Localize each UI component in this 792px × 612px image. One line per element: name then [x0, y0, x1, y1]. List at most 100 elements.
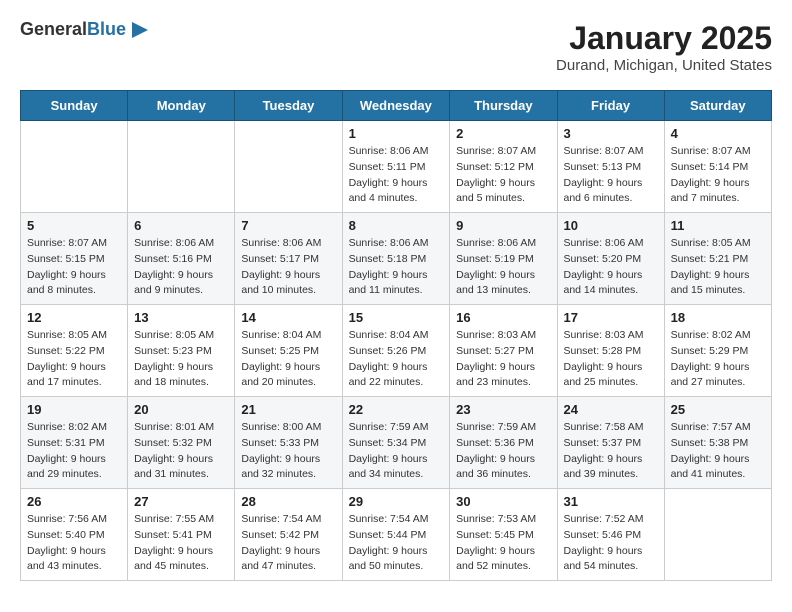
day-info: Sunrise: 7:52 AM Sunset: 5:46 PM Dayligh…: [564, 512, 658, 575]
day-cell: 24 Sunrise: 7:58 AM Sunset: 5:37 PM Dayli…: [557, 397, 664, 489]
day-info: Sunrise: 7:56 AM Sunset: 5:40 PM Dayligh…: [27, 512, 121, 575]
weekday-header-monday: Monday: [128, 91, 235, 121]
day-info: Sunrise: 7:57 AM Sunset: 5:38 PM Dayligh…: [671, 420, 765, 483]
day-cell: 5Sunrise: 8:07 AM Sunset: 5:15 PM Daylig…: [21, 213, 128, 305]
weekday-header-sunday: Sunday: [21, 91, 128, 121]
day-cell: 25 Sunrise: 7:57 AM Sunset: 5:38 PM Dayli…: [664, 397, 771, 489]
day-number: 7: [241, 218, 335, 233]
day-cell: 23 Sunrise: 7:59 AM Sunset: 5:36 PM Dayli…: [450, 397, 557, 489]
day-number: 29: [349, 494, 444, 509]
day-info: Sunrise: 8:06 AM Sunset: 5:19 PM Dayligh…: [456, 236, 550, 299]
page-header: GeneralBlue January 2025 Durand, Michiga…: [20, 20, 772, 74]
title-section: January 2025 Durand, Michigan, United St…: [556, 20, 772, 74]
day-cell: 3 Sunrise: 8:07 AM Sunset: 5:13 PM Daylig…: [557, 121, 664, 213]
day-info: Sunrise: 7:55 AM Sunset: 5:41 PM Dayligh…: [134, 512, 228, 575]
day-cell: 13 Sunrise: 8:05 AM Sunset: 5:23 PM Dayli…: [128, 305, 235, 397]
day-number: 3: [564, 126, 658, 141]
day-cell: 22 Sunrise: 7:59 AM Sunset: 5:34 PM Dayli…: [342, 397, 450, 489]
day-cell: 31 Sunrise: 7:52 AM Sunset: 5:46 PM Dayli…: [557, 489, 664, 581]
day-info: Sunrise: 8:02 AM Sunset: 5:31 PM Dayligh…: [27, 420, 121, 483]
day-info: Sunrise: 8:07 AM Sunset: 5:12 PM Dayligh…: [456, 144, 550, 207]
day-cell: 29 Sunrise: 7:54 AM Sunset: 5:44 PM Dayli…: [342, 489, 450, 581]
day-number: 17: [564, 310, 658, 325]
day-info: Sunrise: 8:05 AM Sunset: 5:21 PM Dayligh…: [671, 236, 765, 299]
day-cell: 1Sunrise: 8:06 AM Sunset: 5:11 PM Daylig…: [342, 121, 450, 213]
week-row-2: 5Sunrise: 8:07 AM Sunset: 5:15 PM Daylig…: [21, 213, 772, 305]
day-number: 16: [456, 310, 550, 325]
day-number: 21: [241, 402, 335, 417]
day-cell: [21, 121, 128, 213]
day-cell: 15Sunrise: 8:04 AM Sunset: 5:26 PM Dayli…: [342, 305, 450, 397]
day-cell: 30Sunrise: 7:53 AM Sunset: 5:45 PM Dayli…: [450, 489, 557, 581]
calendar-table: SundayMondayTuesdayWednesdayThursdayFrid…: [20, 90, 772, 581]
logo-general-text: General: [20, 19, 87, 39]
day-info: Sunrise: 8:07 AM Sunset: 5:15 PM Dayligh…: [27, 236, 121, 299]
day-info: Sunrise: 8:03 AM Sunset: 5:27 PM Dayligh…: [456, 328, 550, 391]
day-info: Sunrise: 8:03 AM Sunset: 5:28 PM Dayligh…: [564, 328, 658, 391]
day-info: Sunrise: 8:01 AM Sunset: 5:32 PM Dayligh…: [134, 420, 228, 483]
day-number: 13: [134, 310, 228, 325]
day-info: Sunrise: 8:06 AM Sunset: 5:18 PM Dayligh…: [349, 236, 444, 299]
day-cell: [235, 121, 342, 213]
week-row-4: 19 Sunrise: 8:02 AM Sunset: 5:31 PM Dayli…: [21, 397, 772, 489]
day-number: 20: [134, 402, 228, 417]
day-info: Sunrise: 8:06 AM Sunset: 5:11 PM Dayligh…: [349, 144, 444, 207]
day-number: 18: [671, 310, 765, 325]
day-info: Sunrise: 8:06 AM Sunset: 5:17 PM Dayligh…: [241, 236, 335, 299]
day-info: Sunrise: 8:07 AM Sunset: 5:13 PM Dayligh…: [564, 144, 658, 207]
week-row-5: 26 Sunrise: 7:56 AM Sunset: 5:40 PM Dayli…: [21, 489, 772, 581]
day-number: 26: [27, 494, 121, 509]
day-cell: 26 Sunrise: 7:56 AM Sunset: 5:40 PM Dayli…: [21, 489, 128, 581]
day-cell: 17 Sunrise: 8:03 AM Sunset: 5:28 PM Dayli…: [557, 305, 664, 397]
day-info: Sunrise: 8:07 AM Sunset: 5:14 PM Dayligh…: [671, 144, 765, 207]
day-number: 28: [241, 494, 335, 509]
day-cell: 2 Sunrise: 8:07 AM Sunset: 5:12 PM Daylig…: [450, 121, 557, 213]
day-info: Sunrise: 8:06 AM Sunset: 5:16 PM Dayligh…: [134, 236, 228, 299]
day-cell: 6Sunrise: 8:06 AM Sunset: 5:16 PM Daylig…: [128, 213, 235, 305]
weekday-header-row: SundayMondayTuesdayWednesdayThursdayFrid…: [21, 91, 772, 121]
day-info: Sunrise: 7:58 AM Sunset: 5:37 PM Dayligh…: [564, 420, 658, 483]
day-number: 12: [27, 310, 121, 325]
day-number: 25: [671, 402, 765, 417]
day-cell: 21Sunrise: 8:00 AM Sunset: 5:33 PM Dayli…: [235, 397, 342, 489]
day-number: 19: [27, 402, 121, 417]
logo-blue-text: Blue: [87, 19, 126, 39]
day-info: Sunrise: 7:59 AM Sunset: 5:36 PM Dayligh…: [456, 420, 550, 483]
day-cell: 28 Sunrise: 7:54 AM Sunset: 5:42 PM Dayli…: [235, 489, 342, 581]
week-row-1: 1Sunrise: 8:06 AM Sunset: 5:11 PM Daylig…: [21, 121, 772, 213]
day-number: 11: [671, 218, 765, 233]
day-cell: 20 Sunrise: 8:01 AM Sunset: 5:32 PM Dayli…: [128, 397, 235, 489]
day-number: 10: [564, 218, 658, 233]
logo-icon: [130, 20, 150, 40]
day-cell: 18 Sunrise: 8:02 AM Sunset: 5:29 PM Dayli…: [664, 305, 771, 397]
day-number: 9: [456, 218, 550, 233]
weekday-header-thursday: Thursday: [450, 91, 557, 121]
day-number: 24: [564, 402, 658, 417]
day-cell: [664, 489, 771, 581]
day-number: 14: [241, 310, 335, 325]
day-cell: 27Sunrise: 7:55 AM Sunset: 5:41 PM Dayli…: [128, 489, 235, 581]
day-number: 8: [349, 218, 444, 233]
day-info: Sunrise: 8:04 AM Sunset: 5:26 PM Dayligh…: [349, 328, 444, 391]
day-cell: 4 Sunrise: 8:07 AM Sunset: 5:14 PM Daylig…: [664, 121, 771, 213]
day-info: Sunrise: 8:02 AM Sunset: 5:29 PM Dayligh…: [671, 328, 765, 391]
day-number: 4: [671, 126, 765, 141]
day-cell: [128, 121, 235, 213]
day-number: 2: [456, 126, 550, 141]
day-number: 30: [456, 494, 550, 509]
day-info: Sunrise: 7:54 AM Sunset: 5:42 PM Dayligh…: [241, 512, 335, 575]
day-cell: 16 Sunrise: 8:03 AM Sunset: 5:27 PM Dayli…: [450, 305, 557, 397]
day-info: Sunrise: 8:05 AM Sunset: 5:23 PM Dayligh…: [134, 328, 228, 391]
day-info: Sunrise: 8:06 AM Sunset: 5:20 PM Dayligh…: [564, 236, 658, 299]
day-cell: 7 Sunrise: 8:06 AM Sunset: 5:17 PM Daylig…: [235, 213, 342, 305]
day-number: 23: [456, 402, 550, 417]
day-number: 22: [349, 402, 444, 417]
day-cell: 19 Sunrise: 8:02 AM Sunset: 5:31 PM Dayli…: [21, 397, 128, 489]
day-info: Sunrise: 7:54 AM Sunset: 5:44 PM Dayligh…: [349, 512, 444, 575]
day-number: 31: [564, 494, 658, 509]
day-cell: 11 Sunrise: 8:05 AM Sunset: 5:21 PM Dayli…: [664, 213, 771, 305]
logo-general: GeneralBlue: [20, 20, 126, 40]
weekday-header-saturday: Saturday: [664, 91, 771, 121]
day-info: Sunrise: 7:59 AM Sunset: 5:34 PM Dayligh…: [349, 420, 444, 483]
day-info: Sunrise: 8:05 AM Sunset: 5:22 PM Dayligh…: [27, 328, 121, 391]
